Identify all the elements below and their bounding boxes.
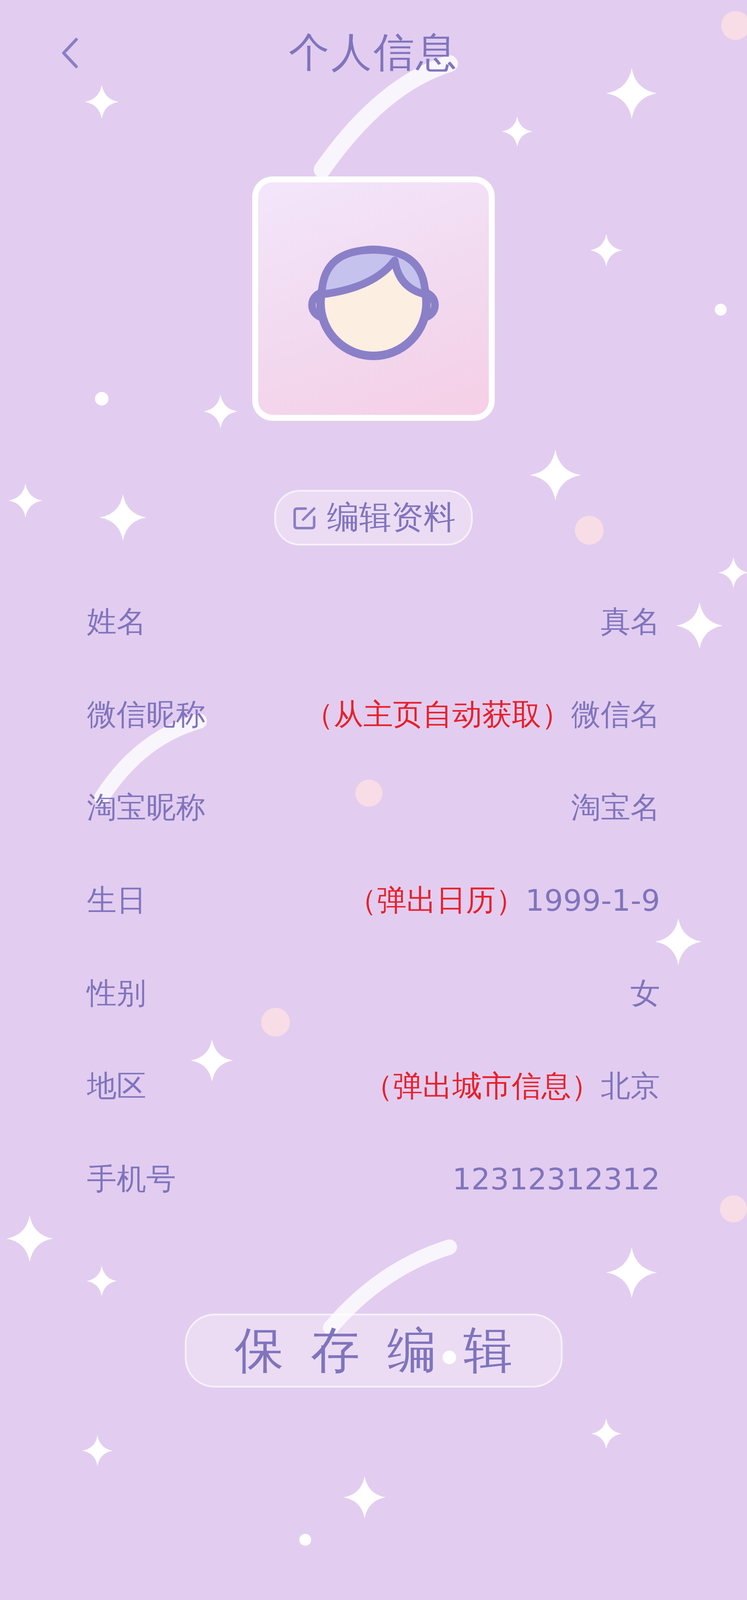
- edit-icon: [291, 504, 319, 532]
- field-value: 微信名: [571, 694, 661, 735]
- field-row[interactable]: 淘宝昵称 淘宝名: [86, 760, 661, 854]
- field-row[interactable]: 地区 （弹出城市信息）北京: [86, 1039, 661, 1132]
- field-label: 淘宝昵称: [86, 787, 206, 828]
- field-row[interactable]: 姓名 真名: [86, 574, 661, 668]
- edit-profile-button[interactable]: 编辑资料: [274, 489, 473, 546]
- field-value: 真名: [600, 601, 661, 642]
- back-button[interactable]: [55, 31, 85, 75]
- edit-profile-label: 编辑资料: [326, 495, 456, 540]
- field-row[interactable]: 微信昵称 （从主页自动获取）微信名: [86, 667, 661, 761]
- field-row[interactable]: 性别 女: [86, 946, 661, 1040]
- page-title: 个人信息: [288, 25, 459, 81]
- field-value: 淘宝名: [571, 787, 661, 828]
- avatar-face-icon: [288, 213, 459, 384]
- field-row[interactable]: 生日 （弹出日历）1999-1-9: [86, 853, 661, 947]
- avatar[interactable]: [252, 176, 495, 421]
- field-label: 生日: [86, 880, 147, 920]
- field-hint: （弹出日历）: [347, 880, 526, 920]
- field-value: 北京: [600, 1065, 661, 1106]
- field-label: 姓名: [86, 601, 147, 642]
- field-label: 微信昵称: [86, 694, 206, 735]
- back-chevron-icon: [59, 36, 81, 70]
- field-list: 姓名 真名微信昵称 （从主页自动获取）微信名淘宝昵称 淘宝名生日 （弹出日历）1999-…: [0, 574, 747, 1225]
- header: 个人信息: [0, 0, 747, 106]
- field-hint: （弹出城市信息）: [363, 1065, 601, 1106]
- field-label: 性别: [86, 972, 147, 1013]
- field-hint: （从主页自动获取）: [303, 694, 572, 735]
- field-value: 1999-1-9: [525, 882, 661, 918]
- field-value: 12312312312: [452, 1161, 661, 1196]
- field-label: 手机号: [86, 1158, 176, 1199]
- profile-page: 个人信息编辑资料姓名 真名微信昵称 （从主页自动获取）微信名淘宝昵称 淘宝名生日 （弹出…: [0, 0, 747, 1600]
- save-button[interactable]: 保存编辑: [184, 1312, 563, 1387]
- field-row[interactable]: 手机号 12312312312: [86, 1131, 661, 1225]
- field-label: 地区: [86, 1065, 147, 1106]
- field-value: 女: [630, 972, 661, 1013]
